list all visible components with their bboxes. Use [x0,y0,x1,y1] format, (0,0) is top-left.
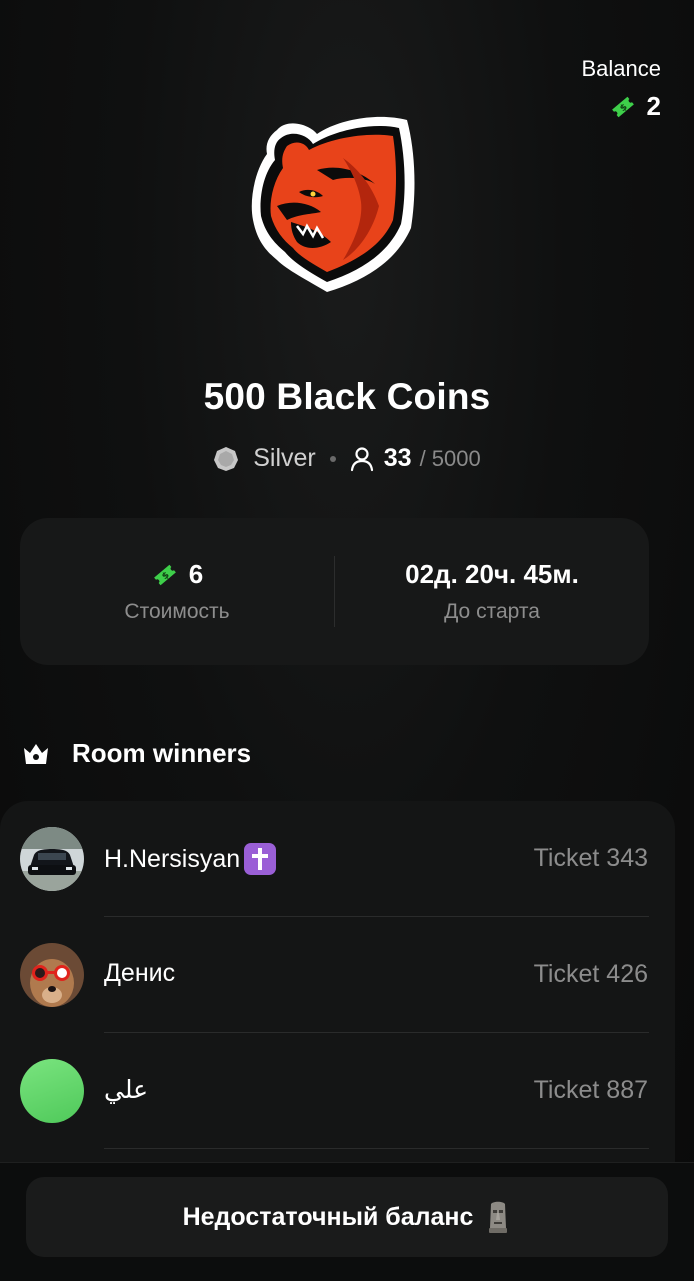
balance-row: $ 2 [581,91,661,122]
winner-ticket: Ticket 426 [533,960,648,988]
list-item[interactable]: H.Nersisyan Ticket 343 [0,801,675,917]
balance-label: Balance [581,56,661,81]
user-icon [350,446,373,471]
ticket-icon: $ [153,564,176,585]
avatar [20,827,84,891]
dog-photo [20,943,84,1007]
separator-dot [329,455,336,462]
start-countdown: 02д. 20ч. 45м. [405,559,579,589]
start-block: 02д. 20ч. 45м. До старта [335,518,649,665]
avatar [20,1059,84,1123]
winner-name: علي [104,1075,149,1104]
list-item[interactable]: علي Ticket 887 [0,1033,675,1149]
winner-name-text: H.Nersisyan [104,844,241,873]
car-photo [20,827,84,891]
bottom-bar: Недостаточный баланс [0,1162,694,1281]
avatar [20,943,84,1007]
winners-list: H.Nersisyan Ticket 343 Денис Ticket 426 … [0,801,675,1181]
silver-tier-icon [214,446,239,471]
balance-widget: Balance $ 2 [581,55,661,122]
room-info-card: $ 6 Стоимость 02д. 20ч. 45м. До старта [20,518,649,665]
room-meta: Silver 33 / 5000 [0,444,694,473]
cost-block: $ 6 Стоимость [20,518,334,665]
winner-ticket: Ticket 887 [533,1076,648,1104]
cost-value-row: $ 6 [151,559,203,590]
winners-header: Room winners [22,738,251,769]
winner-name: Денис [104,959,176,987]
start-label: До старта [444,600,540,623]
ticket-icon: $ [611,96,634,117]
list-item[interactable]: Денис Ticket 426 [0,917,675,1033]
room-screen: Balance $ 2 500 Black Coins Silver 33 / … [0,0,694,1281]
participants-count: 33 [383,444,412,472]
room-title: 500 Black Coins [203,376,491,417]
latin-cross-emoji-icon [244,843,277,875]
insufficient-balance-button[interactable]: Недостаточный баланс [26,1177,668,1257]
balance-value: 2 [646,91,661,121]
crown-icon [24,743,48,764]
winner-name: H.Nersisyan [104,843,277,875]
cost-label: Стоимость [124,600,230,623]
moai-icon [489,1201,508,1233]
bear-logo [251,116,415,292]
winner-ticket: Ticket 343 [533,844,648,872]
cost-value: 6 [188,559,204,589]
action-label: Недостаточный баланс [182,1202,474,1231]
tier-name: Silver [253,444,316,472]
winners-title: Room winners [72,738,252,768]
participants-max: / 5000 [419,445,481,471]
row-divider [104,1148,649,1149]
